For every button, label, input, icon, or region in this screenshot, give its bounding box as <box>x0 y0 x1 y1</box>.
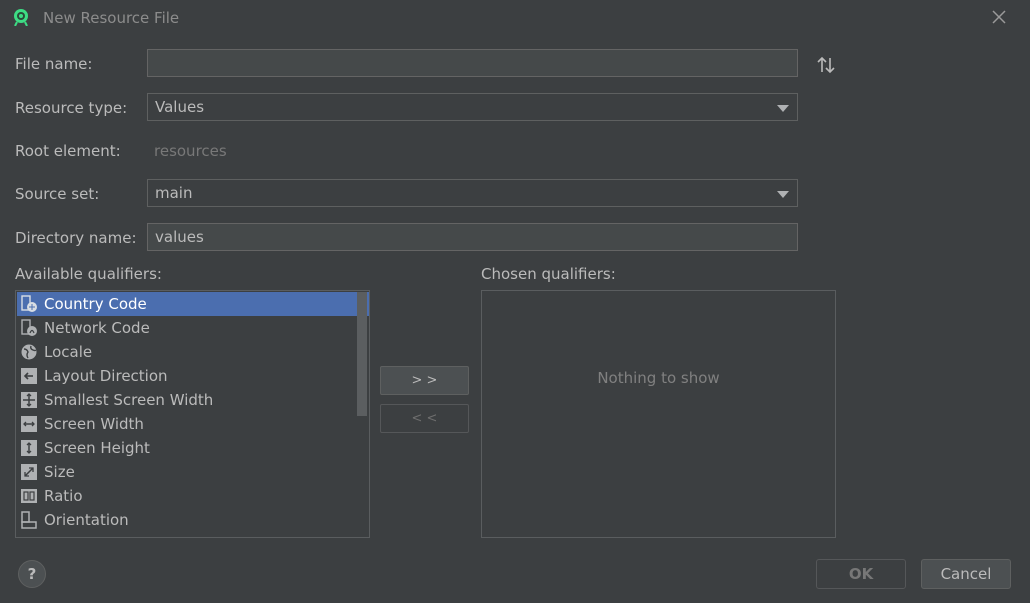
list-item-smallest-screen-width[interactable]: Smallest Screen Width <box>17 388 369 412</box>
resource-type-select[interactable]: Values <box>147 93 798 121</box>
list-item-network-code[interactable]: Network Code <box>17 316 369 340</box>
sort-icon[interactable] <box>814 54 838 76</box>
list-item-screen-height[interactable]: Screen Height <box>17 436 369 460</box>
list-scrollbar[interactable] <box>357 292 367 416</box>
android-studio-logo-icon <box>14 9 28 26</box>
ok-button[interactable]: OK <box>816 559 906 589</box>
file-name-input[interactable] <box>147 49 798 77</box>
cancel-button[interactable]: Cancel <box>921 559 1011 589</box>
help-button[interactable]: ? <box>18 560 46 588</box>
screen-height-icon <box>21 440 37 456</box>
screen-width-icon <box>21 416 37 432</box>
list-item-size[interactable]: Size <box>17 460 369 484</box>
available-qualifiers-list[interactable]: Country Code Network Code Locale Layout … <box>15 290 370 538</box>
country-code-icon <box>21 295 37 312</box>
add-qualifier-button[interactable]: > > <box>380 366 469 395</box>
list-item-screen-width[interactable]: Screen Width <box>17 412 369 436</box>
source-set-label: Source set: <box>15 185 100 203</box>
resource-type-value: Values <box>155 98 205 116</box>
chosen-qualifiers-label: Chosen qualifiers: <box>481 265 616 283</box>
remove-qualifier-button[interactable]: < < <box>380 404 469 433</box>
list-item-orientation[interactable]: Orientation <box>17 508 369 532</box>
root-element-value: resources <box>154 142 227 160</box>
network-code-icon <box>21 319 37 336</box>
chevron-down-icon <box>777 105 789 112</box>
list-item-country-code[interactable]: Country Code <box>17 292 369 316</box>
list-item-ratio[interactable]: Ratio <box>17 484 369 508</box>
directory-name-label: Directory name: <box>15 229 137 247</box>
globe-icon <box>21 344 37 360</box>
chevron-down-icon <box>777 191 789 198</box>
close-icon[interactable] <box>990 8 1008 26</box>
source-set-value: main <box>155 184 193 202</box>
source-set-select[interactable]: main <box>147 179 798 207</box>
dialog-title: New Resource File <box>43 9 180 27</box>
available-qualifiers-label: Available qualifiers: <box>15 265 162 283</box>
layout-direction-icon <box>21 368 37 384</box>
directory-name-input[interactable] <box>147 223 798 251</box>
ratio-icon <box>21 489 37 503</box>
size-icon <box>21 464 37 480</box>
chosen-qualifiers-list[interactable] <box>481 290 836 538</box>
list-item-locale[interactable]: Locale <box>17 340 369 364</box>
smallest-screen-width-icon <box>21 392 37 408</box>
orientation-icon <box>21 511 37 529</box>
resource-type-label: Resource type: <box>15 99 128 117</box>
file-name-label: File name: <box>15 55 93 73</box>
chosen-empty-text: Nothing to show <box>597 369 720 387</box>
list-item-layout-direction[interactable]: Layout Direction <box>17 364 369 388</box>
root-element-label: Root element: <box>15 142 121 160</box>
